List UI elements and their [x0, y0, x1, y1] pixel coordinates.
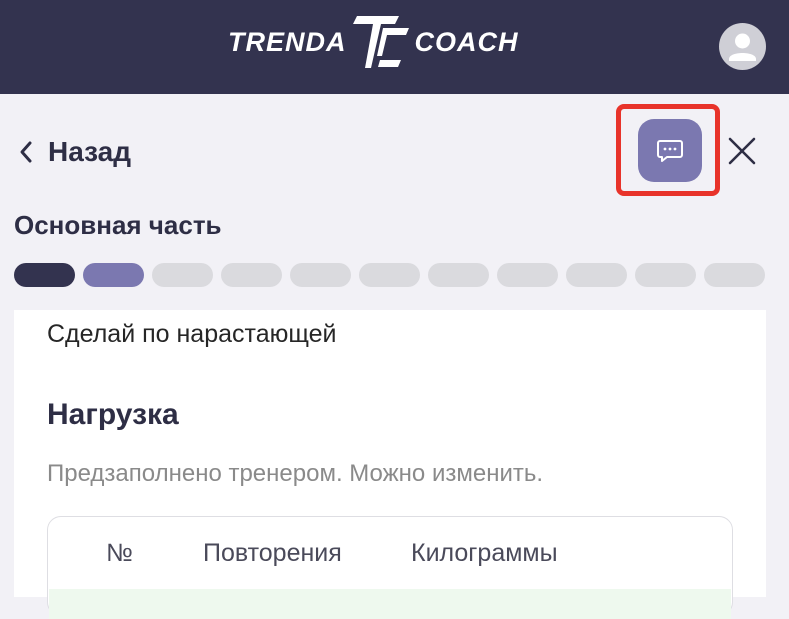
logo-mark-icon: [352, 16, 409, 68]
section-title: Основная часть: [14, 210, 222, 240]
progress-step-10: [635, 263, 696, 287]
progress-step-2: [83, 263, 144, 287]
back-button[interactable]: Назад: [18, 132, 131, 172]
column-header-reps: Повторения: [203, 539, 342, 567]
exercise-instruction: Сделай по нарастающей: [47, 320, 337, 348]
user-icon: [729, 33, 756, 61]
progress-step-5: [290, 263, 351, 287]
top-bar: TRENDA COACH: [0, 0, 789, 94]
load-title: Нагрузка: [47, 398, 179, 431]
progress-step-4: [221, 263, 282, 287]
column-header-number: №: [106, 539, 133, 567]
close-button[interactable]: [726, 134, 758, 168]
brand-logo: TRENDA COACH: [228, 14, 519, 70]
progress-step-9: [566, 263, 627, 287]
progress-step-7: [428, 263, 489, 287]
progress-step-11: [704, 263, 765, 287]
progress-step-8: [497, 263, 558, 287]
chat-bubble-icon: [657, 139, 683, 162]
table-row[interactable]: [49, 589, 731, 619]
progress-step-1: [14, 263, 75, 287]
progress-step-6: [359, 263, 420, 287]
back-label: Назад: [48, 136, 132, 167]
chevron-left-icon: [20, 141, 32, 163]
exercise-card: Сделай по нарастающей Нагрузка Предзапол…: [14, 310, 766, 619]
logo-word-left: TRENDA: [228, 26, 347, 57]
chat-button[interactable]: [638, 119, 702, 182]
load-hint: Предзаполнено тренером. Можно изменить.: [47, 460, 544, 487]
close-icon: [728, 137, 756, 165]
load-table: № Повторения Килограммы: [47, 516, 733, 619]
progress-step-3: [152, 263, 213, 287]
logo-word-right: COACH: [414, 26, 519, 57]
avatar[interactable]: [719, 23, 766, 70]
column-header-kg: Килограммы: [411, 539, 558, 567]
